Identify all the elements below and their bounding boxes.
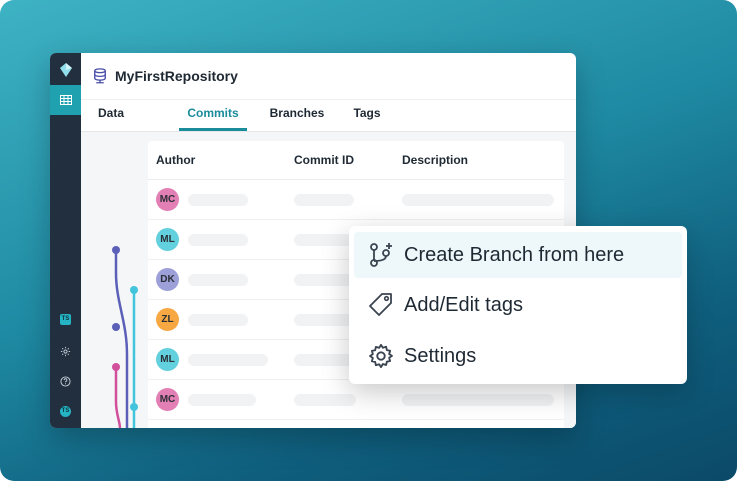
author-placeholder — [188, 274, 248, 286]
avatar: DK — [156, 268, 179, 291]
avatar: ZL — [156, 308, 179, 331]
avatar: MC — [156, 188, 179, 211]
table-header: Author Commit ID Description — [148, 141, 564, 180]
column-description[interactable]: Description — [402, 141, 468, 179]
author-placeholder — [188, 234, 248, 246]
database-icon — [91, 67, 109, 85]
table-row[interactable] — [148, 420, 564, 428]
menu-item-label: Create Branch from here — [404, 243, 625, 266]
commit-node — [112, 363, 120, 371]
author-placeholder — [188, 314, 248, 326]
menu-item-label: Add/Edit tags — [404, 293, 523, 316]
author-placeholder — [188, 194, 248, 206]
sidebar-item-account[interactable]: TS — [50, 403, 81, 419]
commit-id-placeholder — [294, 194, 354, 206]
help-icon — [60, 375, 71, 387]
menu-item-edit-tags[interactable]: Add/Edit tags — [354, 282, 682, 328]
table-row[interactable]: MC — [148, 180, 564, 220]
tab-bar: Data Commits Branches Tags — [81, 100, 576, 132]
branch-line-main — [114, 250, 129, 428]
branch-icon — [366, 240, 396, 270]
table-row[interactable]: MC — [148, 380, 564, 420]
sidebar-item-help[interactable] — [50, 373, 81, 389]
logo-icon — [50, 61, 81, 79]
ts-avatar-icon: TS — [60, 405, 71, 417]
avatar: MC — [156, 388, 179, 411]
menu-item-create-branch[interactable]: Create Branch from here — [354, 232, 682, 278]
tab-data[interactable]: Data — [96, 100, 126, 131]
tab-branches[interactable]: Branches — [269, 100, 325, 131]
column-author[interactable]: Author — [156, 141, 195, 179]
description-placeholder — [402, 394, 554, 406]
commit-id-placeholder — [294, 234, 354, 246]
commit-id-placeholder — [294, 354, 354, 366]
tab-tags[interactable]: Tags — [352, 100, 382, 131]
author-placeholder — [188, 394, 256, 406]
sidebar-item-repositories[interactable] — [50, 85, 81, 115]
menu-item-label: Settings — [404, 344, 477, 367]
sidebar: TS TS — [50, 53, 81, 428]
gear-icon — [366, 341, 396, 371]
description-placeholder — [402, 194, 554, 206]
avatar: ML — [156, 228, 179, 251]
sidebar-item-settings[interactable] — [50, 343, 81, 359]
commit-id-placeholder — [294, 394, 356, 406]
sidebar-item-workspace[interactable]: TS — [50, 311, 81, 327]
commit-node — [130, 403, 138, 411]
commit-graph — [112, 246, 138, 428]
author-placeholder — [188, 354, 268, 366]
tab-commits[interactable]: Commits — [179, 100, 247, 131]
avatar: ML — [156, 348, 179, 371]
commit-node — [112, 323, 120, 331]
commit-node — [112, 246, 120, 254]
grid-icon — [59, 95, 72, 105]
context-menu: Create Branch from here Add/Edit tags Se… — [349, 226, 687, 384]
column-commit-id[interactable]: Commit ID — [294, 141, 354, 179]
repository-title: MyFirstRepository — [115, 68, 238, 84]
commit-id-placeholder — [294, 274, 354, 286]
background-frame: TS TS MyFirstRepository Data Commits Bra… — [0, 0, 737, 481]
commit-node — [130, 286, 138, 294]
gear-icon — [60, 346, 71, 356]
tag-icon — [366, 290, 396, 320]
ts-badge-icon: TS — [60, 313, 71, 325]
repository-header: MyFirstRepository — [81, 53, 576, 100]
commit-id-placeholder — [294, 314, 354, 326]
branch-line-pink — [114, 367, 122, 428]
menu-item-settings[interactable]: Settings — [354, 333, 682, 379]
